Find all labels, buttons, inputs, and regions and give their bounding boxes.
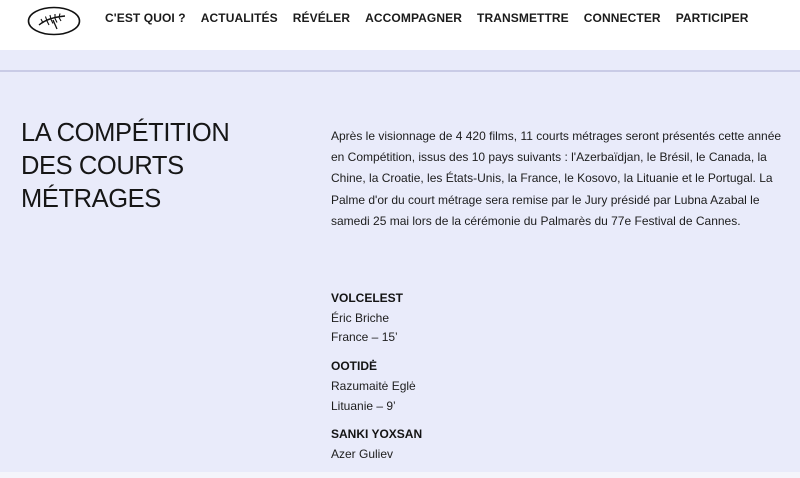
page-bottom-edge [0, 472, 800, 478]
film-title[interactable]: VOLCELEST [331, 289, 731, 309]
nav-item-actualites[interactable]: ACTUALITÉS [201, 11, 278, 25]
top-navigation-bar: C'EST QUOI ? ACTUALITÉS RÉVÉLER ACCOMPAG… [0, 0, 800, 50]
film-list: VOLCELEST Éric Briche France – 15’ OOTID… [331, 289, 731, 474]
film-entry: SANKI YOXSAN Azer Guliev [331, 425, 731, 464]
nav-item-connecter[interactable]: CONNECTER [584, 11, 661, 25]
section-divider [0, 70, 800, 72]
film-director: Éric Briche [331, 310, 390, 325]
palme-logo-icon[interactable] [27, 6, 81, 36]
title-line: DES COURTS [21, 152, 184, 180]
film-entry: VOLCELEST Éric Briche France – 15’ [331, 289, 731, 348]
nav-item-participer[interactable]: PARTICIPER [676, 11, 749, 25]
title-line: LA COMPÉTITION [21, 119, 230, 147]
film-info: Lituanie – 9’ [331, 398, 396, 413]
nav-item-accompagner[interactable]: ACCOMPAGNER [365, 11, 462, 25]
nav-item-cest-quoi[interactable]: C'EST QUOI ? [105, 11, 186, 25]
title-line: MÉTRAGES [21, 185, 161, 213]
film-entry: OOTIDĖ Razumaitė Eglė Lituanie – 9’ [331, 357, 731, 416]
nav-item-reveler[interactable]: RÉVÉLER [293, 11, 350, 25]
film-title[interactable]: SANKI YOXSAN [331, 425, 731, 445]
film-title[interactable]: OOTIDĖ [331, 357, 731, 377]
film-director: Azer Guliev [331, 446, 394, 461]
film-director: Razumaitė Eglė [331, 378, 416, 393]
nav-item-transmettre[interactable]: TRANSMETTRE [477, 11, 569, 25]
intro-paragraph: Après le visionnage de 4 420 films, 11 c… [331, 129, 782, 228]
film-info: France – 15’ [331, 330, 398, 345]
page-title: LA COMPÉTITION DES COURTS MÉTRAGES [21, 117, 301, 216]
main-nav: C'EST QUOI ? ACTUALITÉS RÉVÉLER ACCOMPAG… [105, 11, 748, 25]
